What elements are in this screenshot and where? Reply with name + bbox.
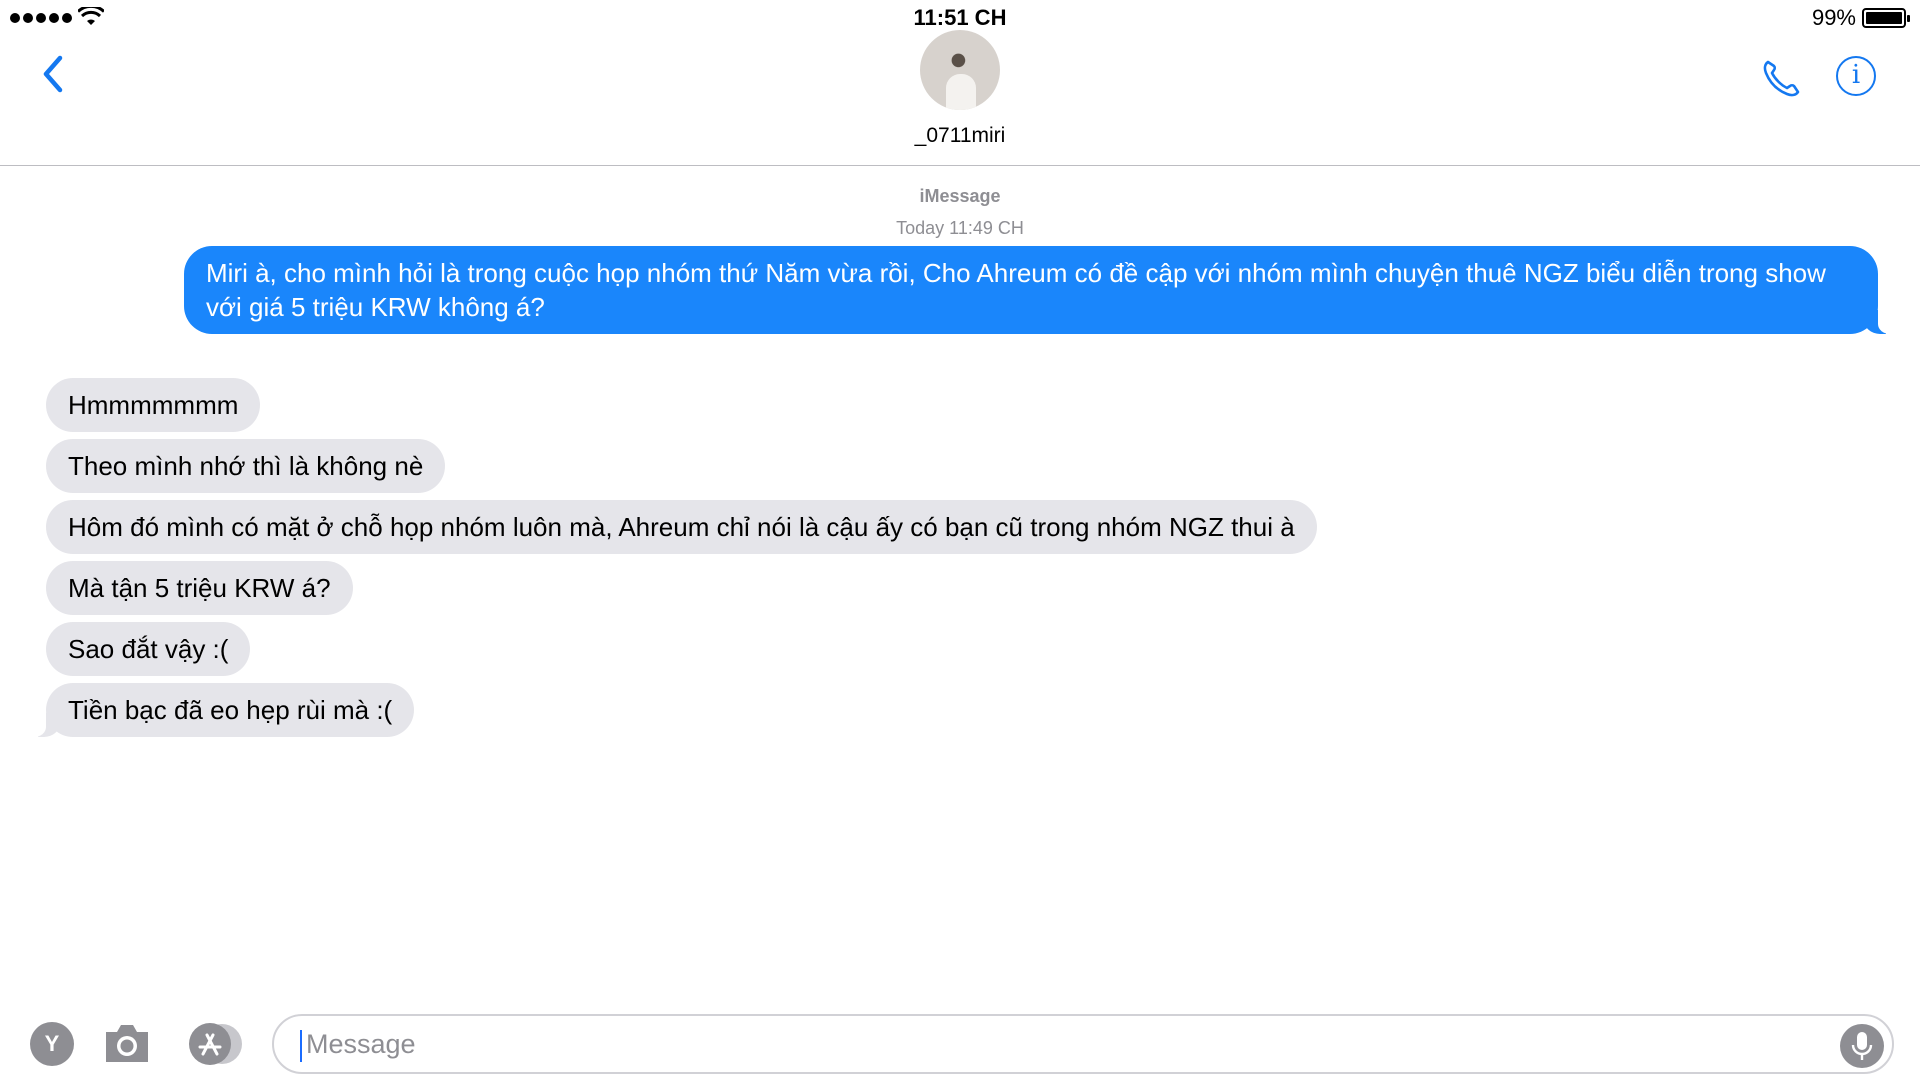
message-text: Sao đắt vậy :( <box>68 634 229 664</box>
sent-message-bubble[interactable]: Miri à, cho mình hỏi là trong cuộc họp n… <box>184 246 1896 334</box>
phone-icon[interactable] <box>1760 56 1804 100</box>
chevron-left-icon[interactable] <box>36 52 72 96</box>
received-message-bubble[interactable]: Hôm đó mình có mặt ở chỗ họp nhóm luôn m… <box>46 500 1317 554</box>
camera-icon[interactable] <box>102 1020 152 1066</box>
received-message-bubble[interactable]: Sao đắt vậy :( <box>46 622 251 676</box>
received-message-bubble[interactable]: Theo mình nhớ thì là không nè <box>46 439 446 493</box>
service-label: iMessage <box>919 186 1001 206</box>
message-text: Theo mình nhớ thì là không nè <box>68 451 424 481</box>
message-placeholder: Message <box>306 1029 416 1059</box>
info-icon[interactable]: i <box>1836 56 1876 96</box>
message-timestamp: Today 11:49 CH <box>896 218 1024 238</box>
received-message-bubble[interactable]: Mà tận 5 triệu KRW á? <box>46 561 353 615</box>
contact-name[interactable]: _0711miri <box>0 124 1920 148</box>
microphone-icon[interactable] <box>1840 1024 1884 1068</box>
received-message-bubble[interactable]: Hmmmmmmm <box>46 378 261 432</box>
message-text: Hmmmmmmm <box>68 390 239 420</box>
conversation-header: _0711miri i <box>0 0 1920 166</box>
avatar[interactable] <box>920 30 1000 110</box>
message-text: Tiền bạc đã eo hẹp rùi mà :( <box>68 695 393 725</box>
message-text: Miri à, cho mình hỏi là trong cuộc họp n… <box>206 258 1826 322</box>
message-text: Mà tận 5 triệu KRW á? <box>68 573 331 603</box>
received-message-bubble[interactable]: Tiền bạc đã eo hẹp rùi mà :( <box>28 683 415 737</box>
digital-touch-button[interactable]: Y <box>30 1022 74 1066</box>
message-input[interactable]: Message <box>272 1014 1894 1074</box>
message-text: Hôm đó mình có mặt ở chỗ họp nhóm luôn m… <box>68 512 1295 542</box>
app-store-icon[interactable] <box>186 1022 244 1066</box>
compose-bar: Y Message <box>0 1010 1920 1080</box>
